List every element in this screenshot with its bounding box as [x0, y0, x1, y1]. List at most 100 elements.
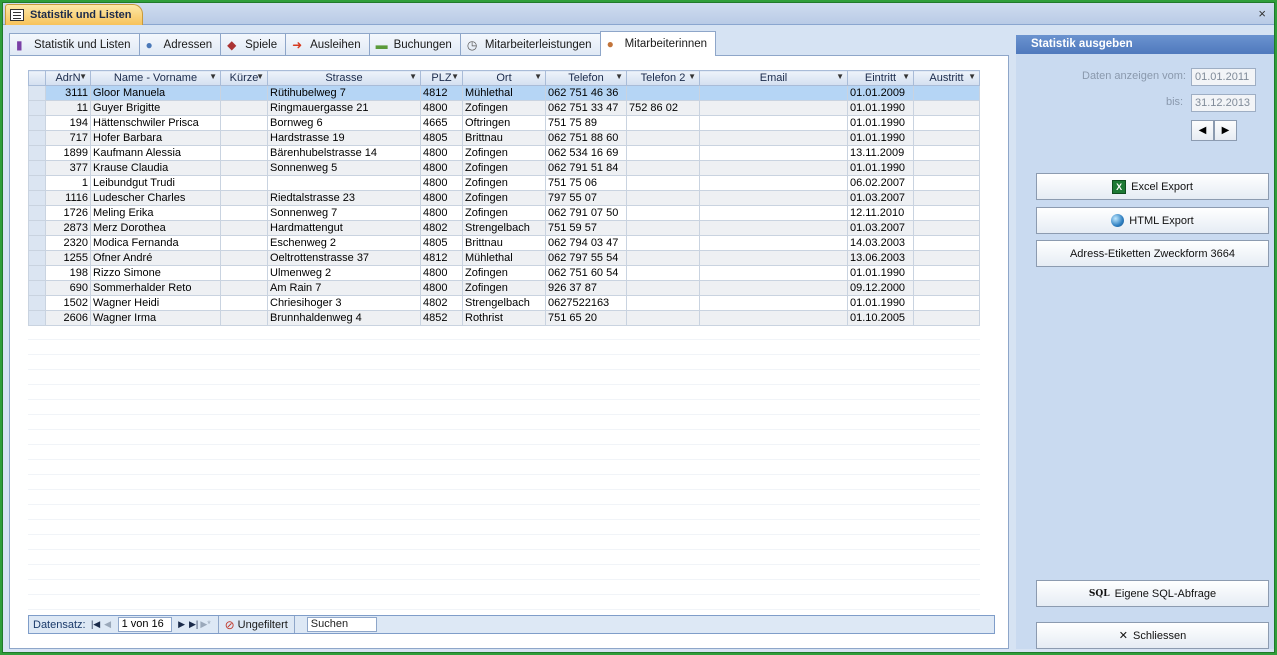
close-button[interactable]: ✕ Schliessen [1036, 622, 1269, 649]
table-row[interactable]: 198 Rizzo Simone Ulmenweg 2 4800 Zofingen 062… [28, 265, 980, 281]
tab-spiele[interactable]: ◆ Spiele [220, 33, 287, 56]
table-cell[interactable]: 1726 [45, 205, 91, 221]
table-cell[interactable]: 194 [45, 115, 91, 131]
tab-mitarbeiterleistungen[interactable]: ◷ Mitarbeiterleistungen [459, 33, 601, 56]
table-cell[interactable] [220, 145, 268, 161]
table-cell[interactable]: Meling Erika [90, 205, 221, 221]
table-cell[interactable]: 4800 [420, 100, 463, 116]
dropdown-arrow-icon[interactable]: ▼ [409, 72, 417, 81]
table-cell[interactable] [626, 190, 700, 206]
table-cell[interactable] [699, 100, 848, 116]
table-cell[interactable] [913, 295, 980, 311]
table-cell[interactable] [913, 205, 980, 221]
tab-buchungen[interactable]: ▬ Buchungen [368, 33, 461, 56]
dropdown-arrow-icon[interactable]: ▼ [209, 72, 217, 81]
sql-query-button[interactable]: SQL Eigene SQL-Abfrage [1036, 580, 1269, 607]
table-cell[interactable] [699, 220, 848, 236]
table-cell[interactable] [699, 295, 848, 311]
table-cell[interactable]: Rizzo Simone [90, 265, 221, 281]
row-selector[interactable] [28, 190, 46, 206]
table-cell[interactable]: 4800 [420, 265, 463, 281]
table-cell[interactable] [913, 175, 980, 191]
row-selector[interactable] [28, 265, 46, 281]
table-cell[interactable]: Zofingen [462, 145, 546, 161]
table-cell[interactable] [626, 310, 700, 326]
table-cell[interactable]: 062 534 16 69 [545, 145, 627, 161]
row-selector[interactable] [28, 85, 46, 101]
table-cell[interactable]: 062 791 51 84 [545, 160, 627, 176]
table-row[interactable]: 2606 Wagner Irma Brunnhaldenweg 4 4852 Rothr… [28, 310, 980, 326]
table-row[interactable]: 377 Krause Claudia Sonnenweg 5 4800 Zofingen… [28, 160, 980, 176]
dropdown-arrow-icon[interactable]: ▼ [79, 72, 87, 81]
tab-adressen[interactable]: ● Adressen [138, 33, 222, 56]
table-cell[interactable] [626, 205, 700, 221]
row-selector[interactable] [28, 250, 46, 266]
table-cell[interactable]: Merz Dorothea [90, 220, 221, 236]
table-row[interactable]: 1255 Ofner André Oeltrottenstrasse 37 4812 M… [28, 250, 980, 266]
table-cell[interactable]: Zofingen [462, 190, 546, 206]
table-cell[interactable] [626, 85, 700, 101]
table-cell[interactable]: Sonnenweg 5 [267, 160, 421, 176]
dropdown-arrow-icon[interactable]: ▼ [902, 72, 910, 81]
address-labels-button[interactable]: Adress-Etiketten Zweckform 3664 [1036, 240, 1269, 267]
html-export-button[interactable]: HTML Export [1036, 207, 1269, 234]
table-cell[interactable] [913, 235, 980, 251]
table-cell[interactable]: Strengelbach [462, 295, 546, 311]
table-cell[interactable]: 4800 [420, 280, 463, 296]
table-cell[interactable] [626, 175, 700, 191]
table-cell[interactable] [699, 250, 848, 266]
table-cell[interactable]: 4665 [420, 115, 463, 131]
table-row[interactable]: 194 Hättenschwiler Prisca Bornweg 6 4665 Oft… [28, 115, 980, 131]
row-selector[interactable] [28, 295, 46, 311]
table-cell[interactable]: Gloor Manuela [90, 85, 221, 101]
dropdown-arrow-icon[interactable]: ▼ [534, 72, 542, 81]
table-cell[interactable] [913, 280, 980, 296]
table-row[interactable]: 1726 Meling Erika Sonnenweg 7 4800 Zofingen 0… [28, 205, 980, 221]
table-cell[interactable]: Rothrist [462, 310, 546, 326]
table-row[interactable]: 1116 Ludescher Charles Riedtalstrasse 23 48… [28, 190, 980, 206]
table-cell[interactable]: Sommerhalder Reto [90, 280, 221, 296]
table-cell[interactable]: 01.03.2007 [847, 220, 914, 236]
table-cell[interactable]: 01.01.1990 [847, 265, 914, 281]
table-cell[interactable] [699, 85, 848, 101]
tab-ausleihen[interactable]: ➜ Ausleihen [285, 33, 370, 56]
table-cell[interactable]: 751 75 06 [545, 175, 627, 191]
table-cell[interactable] [626, 115, 700, 131]
table-cell[interactable]: 4805 [420, 235, 463, 251]
table-cell[interactable]: 062 791 07 50 [545, 205, 627, 221]
table-cell[interactable] [220, 220, 268, 236]
table-cell[interactable] [699, 265, 848, 281]
table-cell[interactable]: 4805 [420, 130, 463, 146]
column-header[interactable]: Telefon 2 ▼ [626, 70, 700, 86]
table-cell[interactable] [699, 235, 848, 251]
table-cell[interactable]: Zofingen [462, 160, 546, 176]
table-cell[interactable]: 01.01.1990 [847, 115, 914, 131]
table-cell[interactable]: 751 65 20 [545, 310, 627, 326]
table-cell[interactable] [913, 115, 980, 131]
column-header[interactable]: Ort ▼ [462, 70, 546, 86]
table-row[interactable]: 11 Guyer Brigitte Ringmauergasse 21 4800 Zof… [28, 100, 980, 116]
table-cell[interactable]: 690 [45, 280, 91, 296]
table-cell[interactable] [626, 295, 700, 311]
table-cell[interactable] [699, 115, 848, 131]
table-cell[interactable]: 01.01.1990 [847, 100, 914, 116]
table-cell[interactable]: Wagner Irma [90, 310, 221, 326]
table-cell[interactable]: 1502 [45, 295, 91, 311]
table-row[interactable]: 1899 Kaufmann Alessia Bärenhubelstrasse 14… [28, 145, 980, 161]
table-cell[interactable]: Riedtalstrasse 23 [267, 190, 421, 206]
table-cell[interactable] [220, 115, 268, 131]
table-cell[interactable]: Hättenschwiler Prisca [90, 115, 221, 131]
table-cell[interactable]: 13.11.2009 [847, 145, 914, 161]
from-date-field[interactable]: 01.01.2011 [1191, 68, 1256, 86]
table-cell[interactable]: Ludescher Charles [90, 190, 221, 206]
current-record-field[interactable]: 1 von 16 [117, 617, 172, 632]
table-cell[interactable]: 4812 [420, 85, 463, 101]
table-cell[interactable]: Bärenhubelstrasse 14 [267, 145, 421, 161]
table-cell[interactable]: 062 751 33 47 [545, 100, 627, 116]
table-cell[interactable] [220, 175, 268, 191]
table-cell[interactable]: Oeltrottenstrasse 37 [267, 250, 421, 266]
table-cell[interactable]: Strengelbach [462, 220, 546, 236]
table-cell[interactable] [913, 130, 980, 146]
table-cell[interactable]: Zofingen [462, 280, 546, 296]
table-cell[interactable] [913, 100, 980, 116]
